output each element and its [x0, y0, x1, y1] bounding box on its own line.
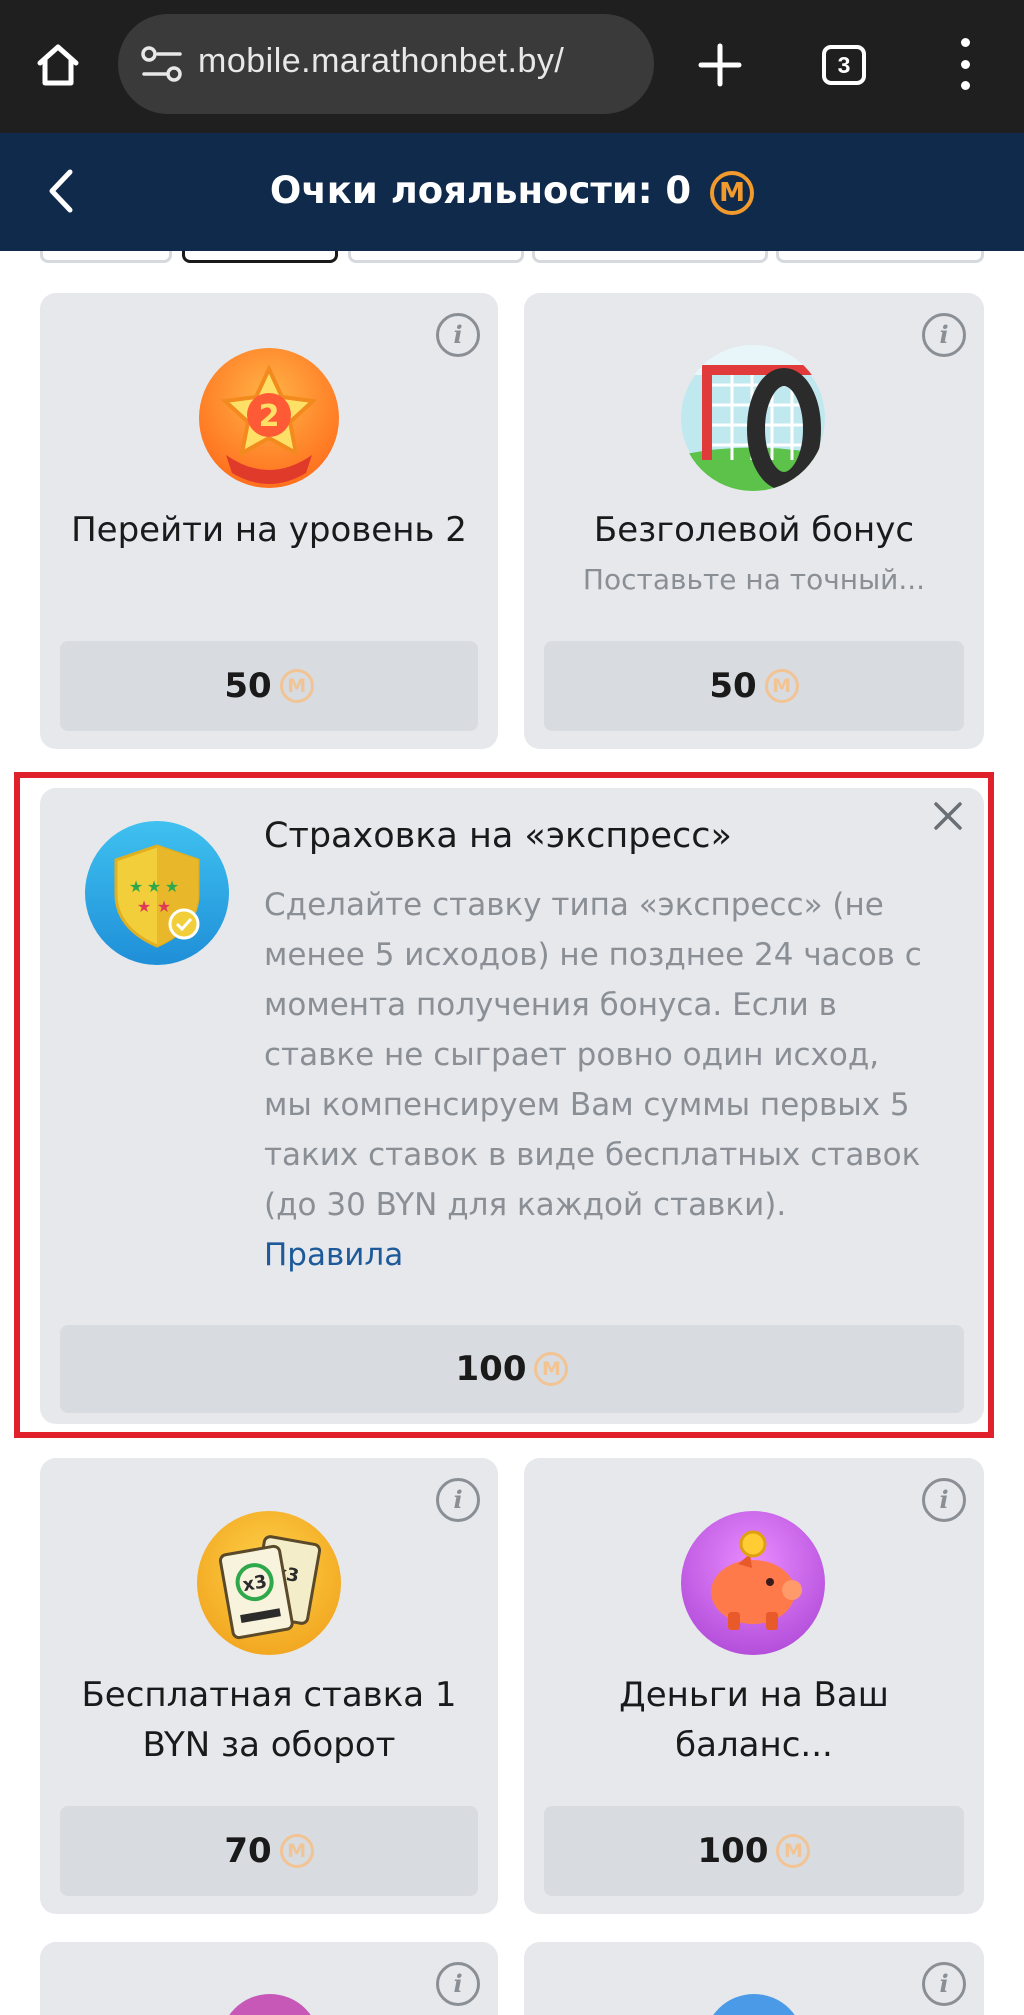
- close-button[interactable]: [928, 796, 968, 836]
- price-value: 50: [224, 666, 272, 706]
- info-icon[interactable]: i: [436, 1478, 480, 1522]
- browser-toolbar: mobile.marathonbet.by/ 3: [0, 0, 1024, 133]
- offer-card-no-goal-bonus[interactable]: i Безголевой бонус Поставьте на точный..…: [524, 293, 984, 749]
- price-value: 100: [697, 1831, 769, 1871]
- loyalty-coin-icon: М: [764, 669, 799, 703]
- offer-title: Страховка на «экспресс»: [264, 816, 732, 856]
- loyalty-coin-icon: М: [534, 1352, 569, 1386]
- filter-tab[interactable]: [532, 251, 768, 263]
- svg-text:★: ★: [157, 897, 171, 916]
- more-dot-icon: [960, 59, 970, 69]
- price-value: 50: [709, 666, 757, 706]
- offer-card[interactable]: i: [40, 1942, 498, 2015]
- loyalty-coin-icon: М: [710, 170, 755, 215]
- filter-tabs: [0, 251, 1024, 267]
- info-icon[interactable]: i: [922, 1962, 966, 2006]
- info-icon[interactable]: i: [436, 313, 480, 357]
- offer-subtitle: Поставьте на точный...: [582, 563, 926, 596]
- loyalty-coin-icon: М: [279, 669, 314, 703]
- offer-icon: [220, 1994, 320, 2015]
- app-header: Очки лояльности: 0 М: [0, 133, 1024, 251]
- browser-menu-button[interactable]: [950, 38, 980, 90]
- shield-stars-icon: ★ ★ ★ ★ ★: [85, 821, 229, 965]
- goal-zero-icon: [680, 345, 826, 491]
- offer-card-money-balance[interactable]: i Деньги на Ваш баланс... 100 М: [524, 1458, 984, 1914]
- rules-link[interactable]: Правила: [264, 1237, 403, 1273]
- offer-description-text: Сделайте ставку типа «экспресс» (не мене…: [264, 887, 922, 1223]
- address-bar[interactable]: mobile.marathonbet.by/: [118, 14, 654, 114]
- more-dot-icon: [960, 81, 970, 90]
- buy-button[interactable]: 50 М: [544, 641, 964, 731]
- plus-icon: [698, 43, 742, 87]
- filter-tab[interactable]: [40, 251, 172, 263]
- info-icon[interactable]: i: [922, 313, 966, 357]
- piggy-bank-icon: [681, 1511, 825, 1655]
- price-value: 70: [224, 1831, 272, 1871]
- buy-button[interactable]: 50 М: [60, 641, 478, 731]
- svg-text:2: 2: [259, 399, 280, 434]
- offer-title: Деньги на Ваш баланс...: [619, 1675, 889, 1765]
- new-tab-button[interactable]: [690, 32, 750, 98]
- level-2-star-medal-icon: 2: [199, 348, 339, 488]
- loyalty-coin-icon: М: [279, 1834, 314, 1868]
- offer-card-level-up[interactable]: i 2 Перейти на уровень 2 50 М: [40, 293, 498, 749]
- svg-text:x3: x3: [241, 1571, 268, 1596]
- close-icon: [934, 802, 962, 830]
- filter-tab-active[interactable]: [182, 251, 338, 263]
- buy-button[interactable]: 100 М: [544, 1806, 964, 1896]
- offer-card-free-bet[interactable]: i x3 x3 Бесплатная ставка 1 BYN за оборо…: [40, 1458, 498, 1914]
- site-settings-icon[interactable]: [140, 44, 184, 84]
- svg-text:★: ★: [147, 877, 161, 896]
- url-text: mobile.marathonbet.by/: [198, 42, 565, 80]
- home-button[interactable]: [28, 32, 88, 98]
- page-title-text: Очки лояльности: 0: [269, 169, 692, 212]
- free-bet-x3-icon: x3 x3: [197, 1511, 341, 1655]
- home-icon: [37, 44, 79, 86]
- price-value: 100: [455, 1349, 527, 1389]
- buy-button[interactable]: 100 М: [60, 1325, 964, 1413]
- offer-title: Безголевой бонус: [593, 510, 915, 550]
- more-dot-icon: [960, 38, 970, 47]
- info-icon[interactable]: i: [922, 1478, 966, 1522]
- page-title: Очки лояльности: 0 М: [0, 169, 1024, 215]
- loyalty-coin-icon: М: [776, 1834, 811, 1868]
- tab-switcher-button[interactable]: 3: [822, 45, 866, 85]
- svg-text:★: ★: [129, 877, 143, 896]
- offer-icon: [704, 1994, 804, 2015]
- svg-text:★: ★: [165, 877, 179, 896]
- svg-text:★: ★: [137, 897, 151, 916]
- filter-tab[interactable]: [776, 251, 984, 263]
- offer-title: Бесплатная ставка 1 BYN за оборот: [81, 1675, 457, 1765]
- filter-tab[interactable]: [348, 251, 524, 263]
- offer-title: Перейти на уровень 2: [71, 510, 467, 550]
- offer-card[interactable]: i: [524, 1942, 984, 2015]
- buy-button[interactable]: 70 М: [60, 1806, 478, 1896]
- offer-description: Сделайте ставку типа «экспресс» (не мене…: [264, 880, 924, 1280]
- info-icon[interactable]: i: [436, 1962, 480, 2006]
